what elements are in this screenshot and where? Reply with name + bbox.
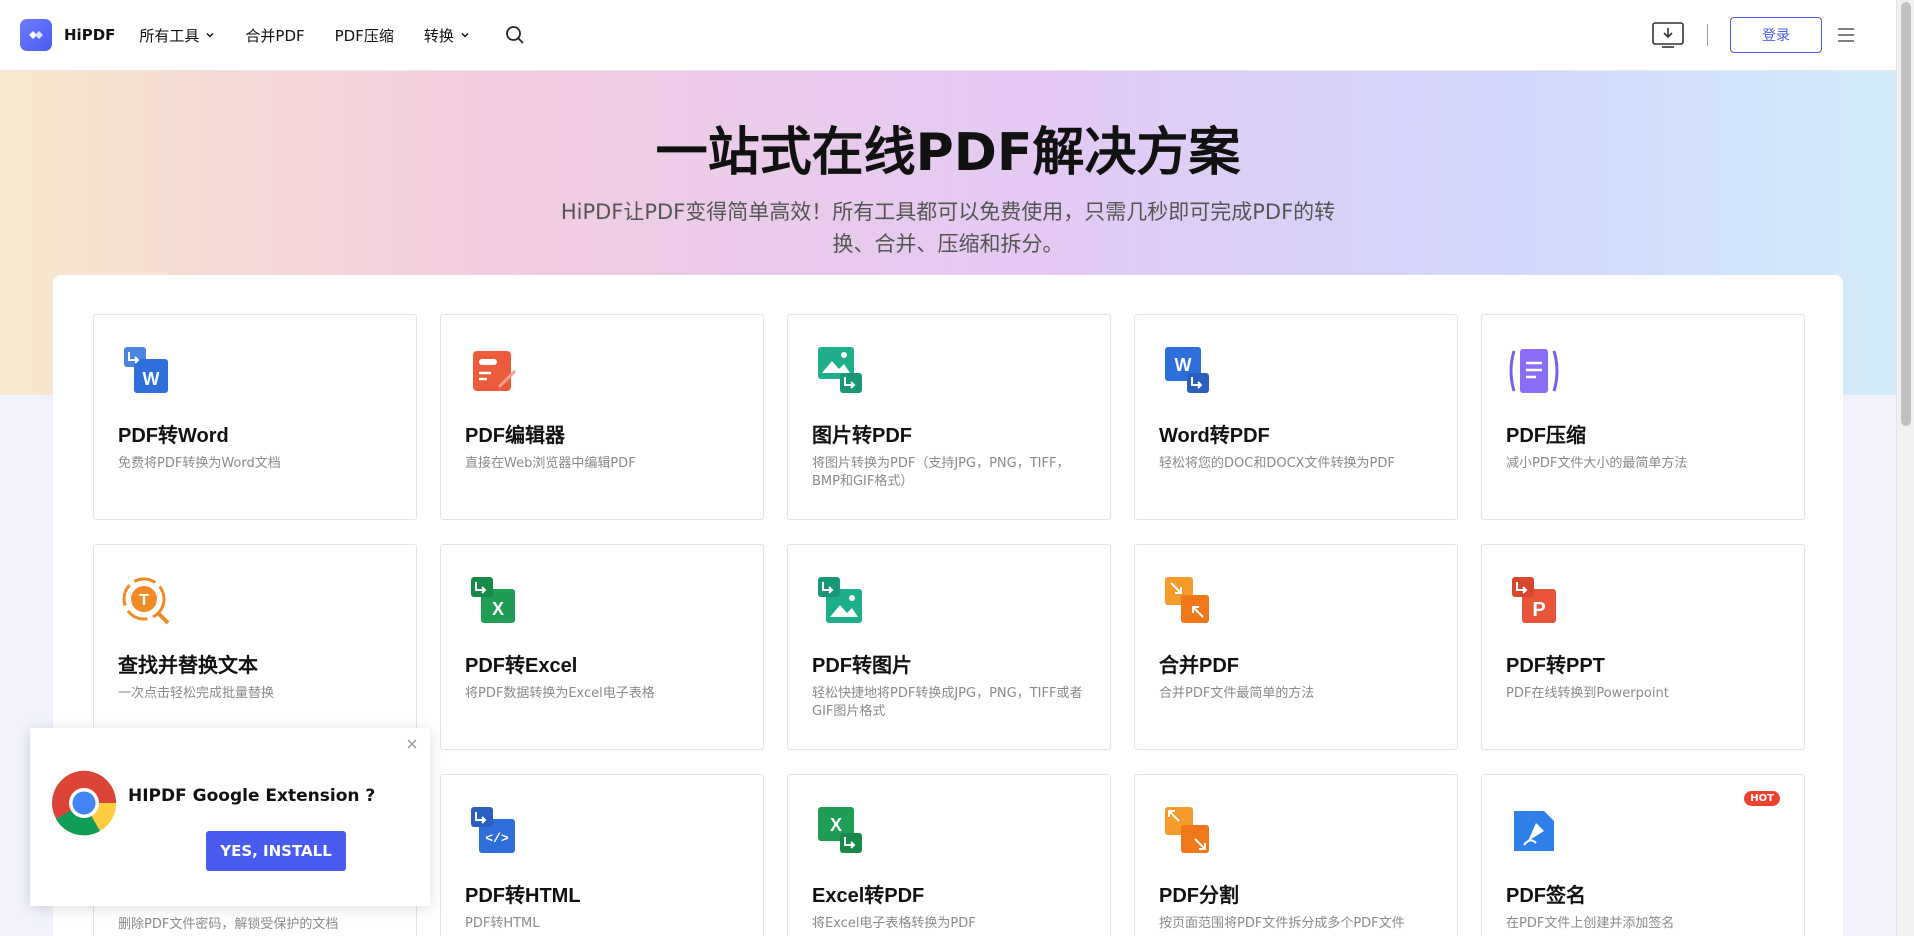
- svg-text:X: X: [492, 599, 504, 619]
- pdf-to-image-icon: [818, 577, 862, 623]
- tool-title: PDF签名: [1506, 885, 1586, 907]
- tool-title: PDF压缩: [1506, 425, 1586, 447]
- tool-desc: 轻松快捷地将PDF转换成JPG，PNG，TIFF或者GIF图片格式: [812, 686, 1083, 719]
- page-scrollbar[interactable]: [1896, 0, 1914, 936]
- nav-merge-pdf[interactable]: 合并PDF: [245, 25, 304, 46]
- tool-desc: 按页面范围将PDF文件拆分成多个PDF文件: [1159, 916, 1405, 931]
- tool-desc: 在PDF文件上创建并添加签名: [1506, 916, 1675, 931]
- tool-desc: PDF在线转换到Powerpoint: [1506, 686, 1669, 701]
- tool-card-pdf-to-image[interactable]: PDF转图片 轻松快捷地将PDF转换成JPG，PNG，TIFF或者GIF图片格式: [787, 544, 1111, 750]
- word-to-pdf-icon: W: [1165, 347, 1209, 393]
- tool-desc: 将Excel电子表格转换为PDF: [812, 916, 976, 931]
- nav-merge-pdf-label: 合并PDF: [245, 26, 305, 45]
- pdf-to-excel-icon: X: [471, 577, 515, 623]
- tool-desc: 将PDF数据转换为Excel电子表格: [465, 686, 655, 701]
- tool-title: 图片转PDF: [812, 425, 912, 447]
- header-actions: 登录: [1651, 17, 1856, 53]
- nav-all-tools[interactable]: 所有工具: [139, 25, 215, 46]
- login-button[interactable]: 登录: [1730, 17, 1822, 53]
- tool-card-compress-pdf[interactable]: PDF压缩 减小PDF文件大小的最简单方法: [1481, 314, 1805, 520]
- tool-card-pdf-editor[interactable]: PDF编辑器 直接在Web浏览器中编辑PDF: [440, 314, 764, 520]
- tool-title: PDF转图片: [812, 655, 912, 677]
- svg-text:X: X: [830, 815, 842, 835]
- tool-desc: 轻松将您的DOC和DOCX文件转换为PDF: [1159, 456, 1395, 471]
- nav-compress-pdf-label: PDF压缩: [334, 26, 394, 45]
- tool-desc: PDF转HTML: [465, 916, 540, 931]
- top-navbar: HiPDF 所有工具 合并PDF PDF压缩 转换 登录: [0, 0, 1896, 71]
- chrome-icon: [52, 770, 117, 836]
- tool-desc: 减小PDF文件大小的最简单方法: [1506, 456, 1688, 471]
- sign-pdf-icon: [1514, 811, 1554, 851]
- hero-subtitle: HiPDF让PDF变得简单高效！所有工具都可以免费使用，只需几秒即可完成PDF的…: [560, 200, 1336, 256]
- download-icon[interactable]: [1651, 21, 1685, 49]
- tool-title: 合并PDF: [1159, 655, 1239, 677]
- tool-card-find-replace[interactable]: T 查找并替换文本 一次点击轻松完成批量替换: [93, 544, 417, 750]
- tool-desc: 免费将PDF转换为Word文档: [118, 456, 281, 471]
- scrollbar-thumb[interactable]: [1901, 2, 1911, 426]
- extension-popup: HIPDF Google Extension ? YES, INSTALL: [30, 728, 430, 906]
- svg-text:T: T: [139, 592, 149, 609]
- tool-title: Excel转PDF: [812, 885, 925, 907]
- tool-card-pdf-to-excel[interactable]: X PDF转Excel 将PDF数据转换为Excel电子表格: [440, 544, 764, 750]
- menu-icon[interactable]: [1836, 27, 1856, 43]
- tool-card-pdf-to-word[interactable]: W PDF转Word 免费将PDF转换为Word文档: [93, 314, 417, 520]
- pdf-to-html-icon: </>: [471, 807, 515, 853]
- excel-to-pdf-icon: X: [818, 807, 862, 853]
- chevron-down-icon: [461, 32, 469, 38]
- header-divider: [1707, 24, 1708, 46]
- install-extension-button[interactable]: YES, INSTALL: [206, 831, 346, 871]
- nav-convert[interactable]: 转换: [424, 25, 470, 46]
- hot-badge: HOT: [1744, 791, 1780, 806]
- tool-card-pdf-to-html[interactable]: </> PDF转HTML PDF转HTML: [440, 774, 764, 936]
- tool-desc: 将图片转换为PDF（支持JPG，PNG，TIFF，BMP和GIF格式）: [812, 456, 1070, 489]
- tool-title: PDF分割: [1159, 885, 1239, 907]
- tool-card-merge-pdf[interactable]: 合并PDF 合并PDF文件最简单的方法: [1134, 544, 1458, 750]
- merge-pdf-icon: [1165, 577, 1209, 623]
- nav-compress-pdf[interactable]: PDF压缩: [335, 25, 394, 46]
- compress-pdf-icon: [1509, 349, 1559, 393]
- close-icon[interactable]: [406, 738, 418, 750]
- tool-desc: 直接在Web浏览器中编辑PDF: [465, 456, 636, 471]
- main-nav: 所有工具 合并PDF PDF压缩 转换: [139, 24, 526, 46]
- tool-card-split-pdf[interactable]: PDF分割 按页面范围将PDF文件拆分成多个PDF文件: [1134, 774, 1458, 936]
- svg-text:W: W: [143, 369, 160, 389]
- pdf-to-word-icon: W: [124, 347, 168, 393]
- tool-desc: 一次点击轻松完成批量替换: [118, 686, 275, 701]
- find-replace-icon: T: [122, 577, 170, 625]
- svg-text:W: W: [1175, 355, 1192, 375]
- tool-title: PDF编辑器: [465, 425, 565, 447]
- tool-title: PDF转Word: [118, 425, 229, 447]
- tool-title: PDF转HTML: [465, 885, 581, 907]
- tool-title: 查找并替换文本: [118, 655, 258, 677]
- tool-card-word-to-pdf[interactable]: W Word转PDF 轻松将您的DOC和DOCX文件转换为PDF: [1134, 314, 1458, 520]
- logo-text[interactable]: HiPDF: [64, 26, 115, 44]
- svg-text:</>: </>: [485, 831, 509, 846]
- chevron-down-icon: [206, 32, 214, 38]
- popup-message: HIPDF Google Extension ?: [128, 786, 376, 806]
- hipdf-logo-icon[interactable]: [20, 19, 52, 51]
- tool-title: PDF转PPT: [1506, 655, 1605, 677]
- tool-title: Word转PDF: [1159, 425, 1270, 447]
- tool-card-excel-to-pdf[interactable]: X Excel转PDF 将Excel电子表格转换为PDF: [787, 774, 1111, 936]
- search-icon[interactable]: [504, 24, 526, 46]
- hero-title: 一站式在线PDF解决方案: [655, 123, 1241, 183]
- split-pdf-icon: [1165, 807, 1209, 853]
- tool-desc: 合并PDF文件最简单的方法: [1159, 686, 1315, 701]
- image-to-pdf-icon: [818, 347, 862, 393]
- tool-card-pdf-to-ppt[interactable]: P PDF转PPT PDF在线转换到Powerpoint: [1481, 544, 1805, 750]
- nav-all-tools-label: 所有工具: [139, 26, 200, 45]
- tool-card-image-to-pdf[interactable]: 图片转PDF 将图片转换为PDF（支持JPG，PNG，TIFF，BMP和GIF格…: [787, 314, 1111, 520]
- nav-convert-label: 转换: [423, 26, 454, 45]
- pdf-editor-icon: [473, 351, 517, 391]
- tool-card-sign-pdf[interactable]: HOT PDF签名 在PDF文件上创建并添加签名: [1481, 774, 1805, 936]
- pdf-to-ppt-icon: P: [1512, 577, 1556, 623]
- tool-desc: 删除PDF文件密码，解锁受保护的文档: [118, 917, 339, 932]
- tool-title: PDF转Excel: [465, 655, 578, 677]
- svg-text:P: P: [1532, 599, 1545, 621]
